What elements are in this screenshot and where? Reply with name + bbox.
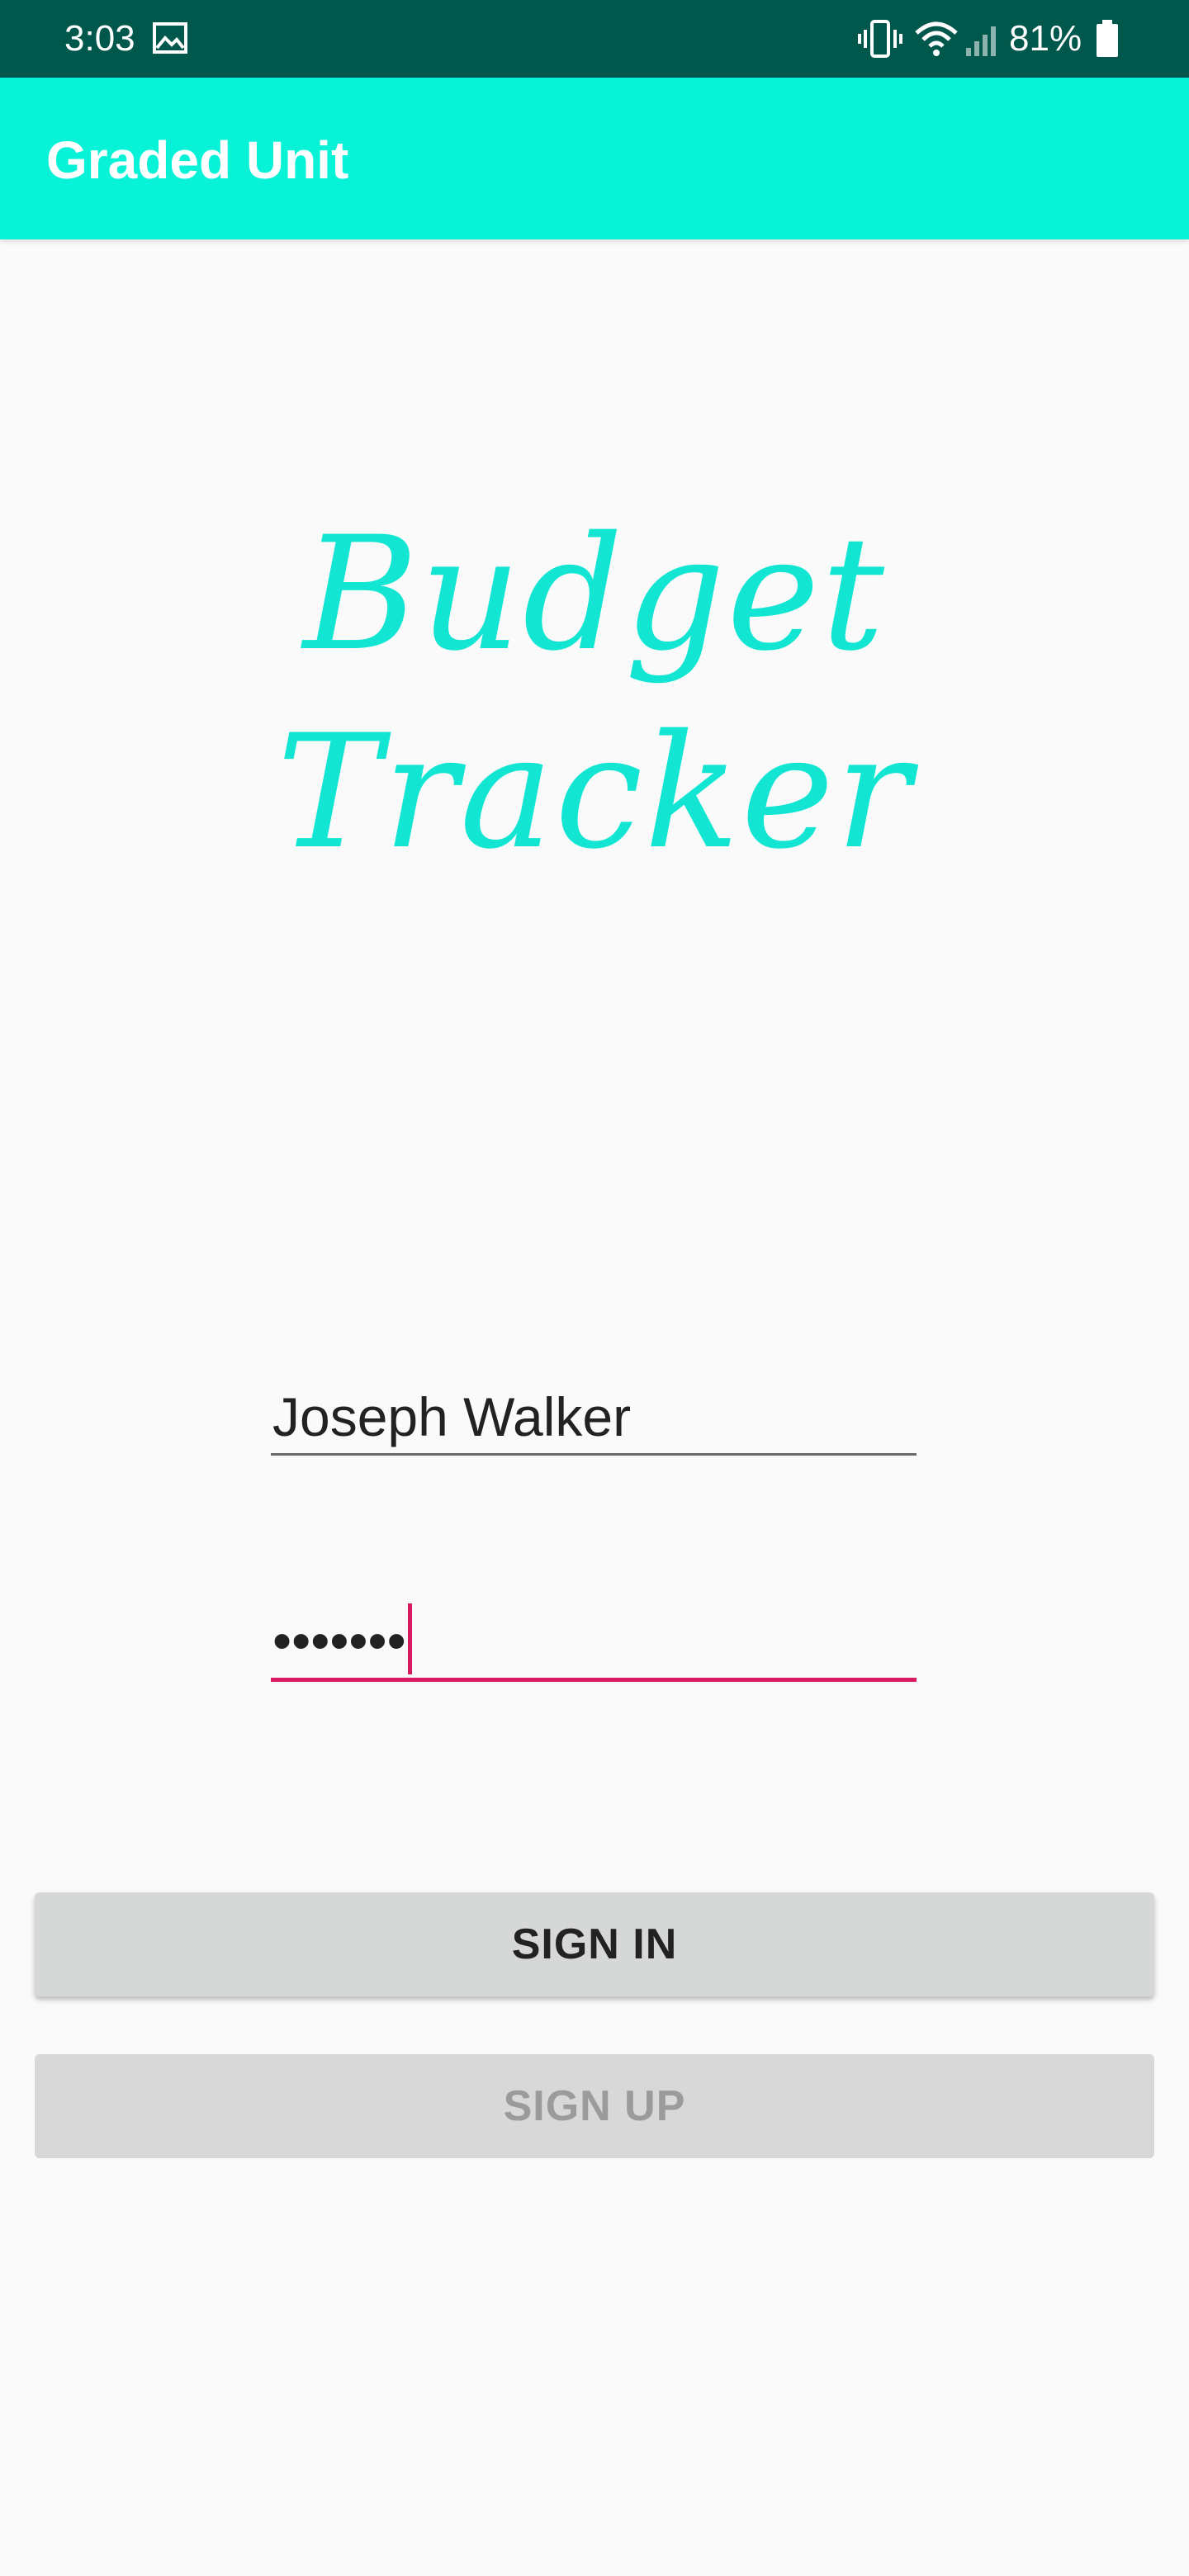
sign-in-button[interactable]: SIGN IN [35, 1892, 1154, 1996]
battery-icon [1095, 20, 1120, 58]
vibrate-icon [857, 18, 903, 59]
text-cursor [407, 1603, 412, 1674]
username-value: Joseph Walker [272, 1386, 632, 1447]
app-logo-title: Budget Tracker [277, 503, 912, 883]
username-field[interactable]: Joseph Walker [271, 1371, 917, 1456]
app-bar: Graded Unit [0, 78, 1189, 239]
status-bar: 3:03 81% [0, 0, 1189, 78]
password-dots: ••••••• [272, 1610, 406, 1671]
password-value: ••••••• [272, 1603, 412, 1674]
image-icon [152, 21, 188, 54]
status-time: 3:03 [64, 18, 135, 59]
signal-icon [963, 18, 1004, 59]
battery-percent: 81% [1009, 18, 1082, 59]
wifi-icon [913, 18, 959, 59]
password-field[interactable]: ••••••• [271, 1595, 917, 1682]
sign-up-button[interactable]: SIGN UP [35, 2054, 1154, 2158]
app-title: Graded Unit [46, 130, 349, 190]
